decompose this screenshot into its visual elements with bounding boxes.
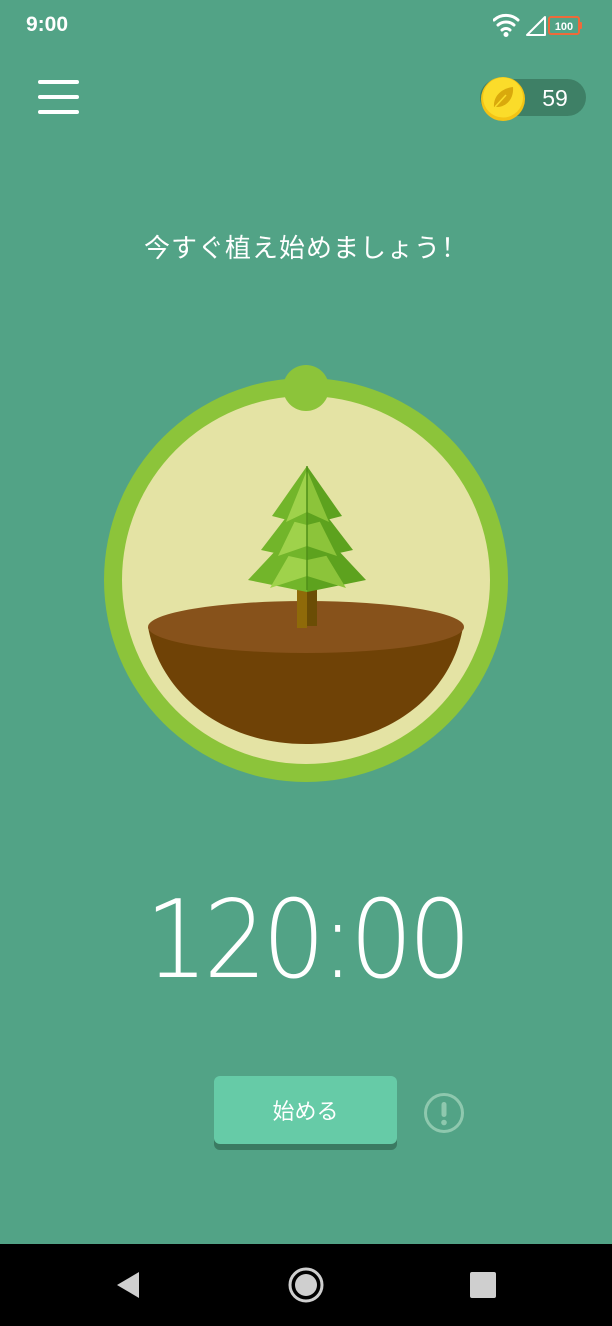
back-triangle-icon[interactable] — [105, 1262, 151, 1308]
battery-level-text: 100 — [555, 21, 573, 33]
gold-coin-leaf-icon — [481, 77, 525, 121]
menu-button[interactable] — [30, 72, 88, 124]
recents-square-icon[interactable] — [460, 1262, 506, 1308]
status-time: 9:00 — [26, 13, 69, 36]
hamburger-menu-icon — [38, 80, 79, 84]
exclamation-circle-icon[interactable] — [423, 1092, 465, 1134]
home-circle-icon[interactable] — [283, 1262, 329, 1308]
start-button[interactable]: 始める — [214, 1076, 397, 1144]
dial-handle[interactable] — [283, 365, 329, 411]
status-bar: 9:00 100 — [0, 0, 612, 52]
coin-count: 59 — [542, 85, 568, 111]
tree-dial[interactable] — [100, 362, 512, 786]
cellular-signal-icon — [526, 16, 546, 36]
status-icons: 100 — [493, 13, 582, 37]
battery-icon: 100 — [548, 16, 582, 35]
headline: 今すぐ植え始めましょう！ — [143, 234, 468, 264]
hamburger-menu-icon-bottom — [38, 110, 79, 114]
wifi-icon — [493, 13, 520, 37]
hamburger-menu-icon-middle — [38, 95, 79, 99]
timer-display: 120:00 — [145, 878, 472, 1003]
